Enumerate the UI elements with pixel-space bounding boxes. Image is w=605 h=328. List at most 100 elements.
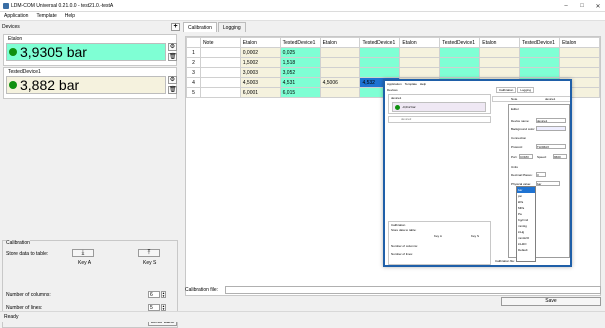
table-cell[interactable]: 0,0002 [239,47,281,58]
editor-title: Editor [511,107,519,111]
table-cell[interactable] [519,47,561,58]
table-cell[interactable] [519,67,561,78]
lines-spin-arrows[interactable]: ▲ ▼ [161,304,166,311]
bg-color-picker[interactable] [536,126,566,131]
table-cell[interactable] [319,47,361,58]
device-settings-button[interactable]: ⚙ [168,76,177,84]
column-header[interactable]: Etalon [559,37,600,48]
table-row: 1 0,0002 0,025 [186,47,600,58]
columns-spin-arrows[interactable]: ▲ ▼ [161,291,166,298]
port-label: Port: [511,155,518,159]
ov-tab-calibration[interactable]: Calibration [496,87,517,93]
ov-lines-label: Number of lines: [391,252,413,256]
table-cell[interactable] [439,57,481,68]
add-device-button[interactable]: + [171,23,180,31]
column-header[interactable]: TestedDevice1 [519,37,561,48]
table-cell[interactable]: 3,0003 [239,67,281,78]
port-select[interactable]: COM3 [519,154,533,159]
table-cell[interactable] [199,87,241,98]
table-cell[interactable]: 6,0001 [239,87,281,98]
bg-color-label: Background color: [511,127,536,131]
menu-template[interactable]: Template [32,12,60,20]
device-name: Etalon [8,36,23,42]
column-header[interactable]: Note [199,37,241,48]
table-cell[interactable] [559,47,600,58]
ov-menu-help[interactable]: Help [420,82,426,86]
column-header[interactable]: TestedDevice1 [279,37,321,48]
table-cell[interactable]: 1,518 [279,57,321,68]
row-number[interactable]: 3 [186,67,201,78]
table-cell[interactable]: 4,531 [279,77,321,88]
physical-select[interactable]: bar [536,181,560,186]
table-cell[interactable] [439,67,481,78]
row-number[interactable]: 5 [186,87,201,98]
save-button[interactable]: Save [501,297,601,306]
table-cell[interactable] [319,87,361,98]
lines-spinbox[interactable]: 5 [148,304,160,311]
table-cell[interactable] [399,67,441,78]
column-header[interactable]: Etalon [399,37,441,48]
menu-help[interactable]: Help [61,12,79,20]
table-cell[interactable] [399,57,441,68]
table-cell[interactable] [559,57,600,68]
table-cell[interactable] [479,57,521,68]
ov-key-a[interactable]: Key A [434,234,442,238]
close-icon[interactable]: ✕ [593,2,603,10]
table-cell[interactable] [479,67,521,78]
delete-device-button[interactable]: 🗑 [168,53,177,61]
table-cell[interactable]: 6,015 [279,87,321,98]
table-cell[interactable]: 4,5006 [319,77,361,88]
calibration-file-input[interactable] [225,286,601,294]
table-cell[interactable] [199,67,241,78]
columns-spinbox[interactable]: 6 [148,291,160,298]
ov-menu-template[interactable]: Template [405,82,417,86]
ov-key-s[interactable]: Key S [471,234,479,238]
devices-panel: Devices + Etalon 3,9305 bar ⚙ 🗑 TestedDe… [0,22,181,328]
decimal-spinbox[interactable]: 3 [536,172,546,177]
table-cell[interactable] [319,67,361,78]
table-cell[interactable] [399,47,441,58]
table-cell[interactable] [439,47,481,58]
column-header[interactable]: TestedDevice1 [439,37,481,48]
row-number[interactable]: 1 [186,47,201,58]
maximize-icon[interactable]: □ [577,2,587,10]
table-cell[interactable] [199,47,241,58]
ov-status-dot-icon [395,104,400,110]
connection-label: Connection [511,136,527,140]
table-cell[interactable] [359,67,401,78]
table-cell[interactable] [559,67,600,78]
column-header[interactable]: TestedDevice1 [359,37,401,48]
table-cell[interactable] [359,57,401,68]
table-cell[interactable] [359,47,401,58]
status-dot-icon [9,81,17,89]
table-cell[interactable] [319,57,361,68]
store-key-s-button[interactable]: ⤒ [138,249,160,257]
device-name-input[interactable]: device1 [536,118,566,123]
speed-select[interactable]: 9600 [553,154,567,159]
protocol-select[interactable]: TLDMAX [536,144,566,149]
row-number[interactable]: 2 [186,57,201,68]
column-header[interactable]: Etalon [319,37,361,48]
tab-calibration[interactable]: Calibration [183,22,217,32]
table-cell[interactable] [199,77,241,88]
unit-dropdown-list[interactable]: bar psi kPa MPa Pa Kg/cm2 mmHg inHg mmH2O inH2O De… [516,186,536,262]
device-settings-button[interactable]: ⚙ [168,43,177,51]
row-number[interactable]: 4 [186,77,201,88]
delete-device-button[interactable]: 🗑 [168,86,177,94]
minimize-icon[interactable]: – [561,2,571,10]
table-cell[interactable] [479,47,521,58]
table-cell[interactable]: 0,025 [279,47,321,58]
column-header[interactable]: Etalon [479,37,521,48]
unit-option[interactable]: Default [517,247,535,253]
column-header[interactable]: Etalon [239,37,281,48]
store-key-a-button[interactable]: ⤓ [72,249,94,257]
table-cell[interactable] [199,57,241,68]
tab-logging[interactable]: Logging [217,22,246,32]
menu-application[interactable]: Application [0,12,32,20]
table-cell[interactable] [519,57,561,68]
table-cell[interactable]: 4,5003 [239,77,281,88]
table-cell[interactable]: 3,052 [279,67,321,78]
ov-menu-application[interactable]: Application [387,82,402,86]
ov-tab-logging[interactable]: Logging [517,87,535,93]
table-cell[interactable]: 1,5002 [239,57,281,68]
